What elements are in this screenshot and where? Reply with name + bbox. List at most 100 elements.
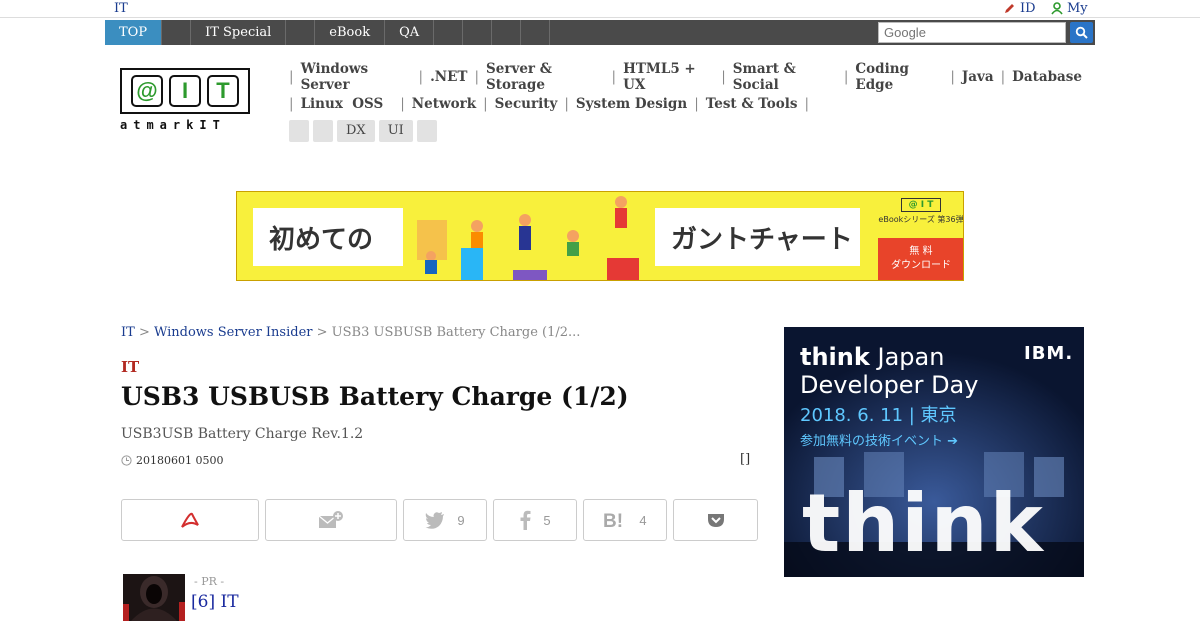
banner-series: eBookシリーズ 第36弾 bbox=[878, 215, 964, 224]
article-date: 20180601 0500 bbox=[121, 454, 223, 467]
mail-add-icon bbox=[318, 511, 343, 528]
category-security[interactable]: Security bbox=[495, 96, 558, 112]
tab-blank-1[interactable] bbox=[162, 20, 192, 45]
category-windows-server[interactable]: Windows Server bbox=[301, 61, 412, 93]
pr-thumbnail[interactable] bbox=[123, 574, 185, 621]
hatena-count: 4 bbox=[639, 512, 647, 528]
hatena-bookmark-icon: B! bbox=[603, 511, 623, 529]
breadcrumb-section[interactable]: Windows Server Insider bbox=[154, 325, 313, 340]
side-ad-big-text: think bbox=[802, 477, 1045, 570]
twitter-icon bbox=[425, 511, 445, 529]
pencil-icon bbox=[1005, 4, 1014, 13]
site-logo[interactable]: @ I T atmarkIT bbox=[120, 68, 250, 134]
hooded-hacker-image bbox=[123, 574, 185, 621]
banner-cta-line2: ダウンロード bbox=[891, 260, 951, 271]
hatena-share-button[interactable]: B! 4 bbox=[583, 499, 667, 541]
tab-blank-3[interactable] bbox=[434, 20, 464, 45]
category-html5-ux[interactable]: HTML5 + UX bbox=[623, 61, 714, 93]
side-ad-japan: Japan bbox=[877, 343, 945, 371]
logo-subtext: atmarkIT bbox=[120, 118, 226, 132]
mail-share-button[interactable] bbox=[265, 499, 397, 541]
article-subtitle: USB3USB Battery Charge Rev.1.2 bbox=[121, 426, 364, 442]
search-button[interactable] bbox=[1070, 22, 1093, 43]
pocket-icon bbox=[707, 514, 724, 527]
twitter-share-button[interactable]: 9 bbox=[403, 499, 487, 541]
category-java[interactable]: Java bbox=[962, 69, 994, 85]
side-ad-think: think bbox=[800, 343, 870, 371]
logo-char-at: @ bbox=[131, 75, 163, 107]
banner-cta-line1: 無 料 bbox=[909, 246, 933, 257]
facebook-icon bbox=[520, 510, 531, 530]
ibm-logo: IBM. bbox=[1024, 343, 1074, 364]
svg-text:B!: B! bbox=[603, 511, 623, 529]
category-row-2: | Linux OSS | Network | Security | System De… bbox=[289, 95, 810, 112]
category-coding-edge[interactable]: Coding Edge bbox=[855, 61, 943, 93]
side-ad-subheadline: Developer Day bbox=[800, 371, 979, 399]
pr-link[interactable]: [6] IT bbox=[191, 592, 239, 612]
tab-qa[interactable]: QA bbox=[385, 20, 435, 45]
side-ad-cta: 参加無料の技術イベント ➔ bbox=[800, 434, 959, 449]
top-utility-bar: IT ID My bbox=[0, 0, 1200, 18]
breadcrumb-current: USB3 USBUSB Battery Charge (1/2... bbox=[331, 325, 581, 340]
search-input[interactable] bbox=[878, 22, 1066, 43]
banner-illustration bbox=[417, 196, 639, 280]
banner-download-button[interactable]: 無 料 ダウンロード bbox=[878, 238, 963, 280]
my-link[interactable]: My bbox=[1051, 1, 1088, 16]
pocket-button[interactable] bbox=[673, 499, 758, 541]
category-server-storage[interactable]: Server & Storage bbox=[486, 61, 604, 93]
category-system-design[interactable]: System Design bbox=[576, 96, 687, 112]
search-icon bbox=[1075, 26, 1088, 39]
pdf-button[interactable] bbox=[121, 499, 259, 541]
category-linux-oss[interactable]: Linux OSS bbox=[301, 96, 384, 112]
category-tags: DX UI bbox=[289, 120, 1089, 142]
page-title: USB3 USBUSB Battery Charge (1/2) bbox=[121, 382, 629, 411]
tab-blank-5[interactable] bbox=[492, 20, 522, 45]
breadcrumb-root[interactable]: IT bbox=[121, 325, 135, 340]
logo-char-i: I bbox=[169, 75, 201, 107]
tag-blank-2[interactable] bbox=[313, 120, 333, 142]
twitter-count: 9 bbox=[457, 512, 465, 528]
side-ad[interactable]: think Japan Developer Day 2018. 6. 11 | … bbox=[784, 327, 1084, 577]
logo-box: @ I T bbox=[120, 68, 250, 114]
breadcrumb: IT > Windows Server Insider > USB3 USBUS… bbox=[121, 325, 581, 340]
tab-blank-6[interactable] bbox=[521, 20, 551, 45]
tab-ebook[interactable]: eBook bbox=[315, 20, 386, 45]
category-smart-social[interactable]: Smart & Social bbox=[733, 61, 837, 93]
id-link-label: ID bbox=[1020, 1, 1036, 16]
id-link[interactable]: ID bbox=[1003, 1, 1036, 16]
tag-blank-3[interactable] bbox=[416, 120, 437, 142]
category-database[interactable]: Database bbox=[1012, 69, 1082, 85]
main-nav: TOP IT Special eBook QA bbox=[105, 20, 1095, 45]
banner-text-right: ガントチャート bbox=[655, 208, 860, 266]
article-bracket[interactable]: [] bbox=[740, 452, 750, 467]
banner-ad[interactable]: 初めての ガントチャート @ I T eBookシリーズ 第36弾 無 料 ダウ… bbox=[236, 191, 964, 281]
article-date-text: 20180601 0500 bbox=[136, 454, 224, 467]
tab-it-special[interactable]: IT Special bbox=[191, 20, 287, 45]
article-category[interactable]: IT bbox=[121, 358, 139, 376]
category-row-1: | Windows Server | .NET | Server & Storage … bbox=[289, 60, 1082, 93]
facebook-count: 5 bbox=[543, 512, 551, 528]
tab-blank-4[interactable] bbox=[463, 20, 493, 45]
banner-mini-logo: @ I T bbox=[901, 198, 941, 212]
logo-char-t: T bbox=[207, 75, 239, 107]
user-icon bbox=[1051, 2, 1063, 15]
pdf-icon bbox=[181, 512, 199, 528]
side-ad-date: 2018. 6. 11 | 東京 bbox=[800, 405, 957, 426]
tag-dx[interactable]: DX bbox=[337, 120, 375, 142]
site-label[interactable]: IT bbox=[114, 1, 128, 16]
tab-blank-2[interactable] bbox=[286, 20, 316, 45]
category-network[interactable]: Network bbox=[412, 96, 476, 112]
clock-icon bbox=[121, 455, 132, 466]
banner-text-left: 初めての bbox=[253, 208, 403, 266]
my-link-label: My bbox=[1067, 1, 1088, 16]
banner-badge: @ I T eBookシリーズ 第36弾 bbox=[878, 196, 964, 241]
tab-top[interactable]: TOP bbox=[105, 20, 163, 45]
facebook-share-button[interactable]: 5 bbox=[493, 499, 577, 541]
category-test-tools[interactable]: Test & Tools bbox=[706, 96, 798, 112]
tag-ui[interactable]: UI bbox=[378, 120, 413, 142]
pr-label: - PR - bbox=[194, 575, 225, 588]
category-dotnet[interactable]: .NET bbox=[430, 69, 467, 85]
side-ad-headline: think Japan bbox=[800, 343, 944, 371]
category-nav: | Windows Server | .NET | Server & Storage … bbox=[289, 60, 1089, 142]
tag-blank-1[interactable] bbox=[289, 120, 309, 142]
